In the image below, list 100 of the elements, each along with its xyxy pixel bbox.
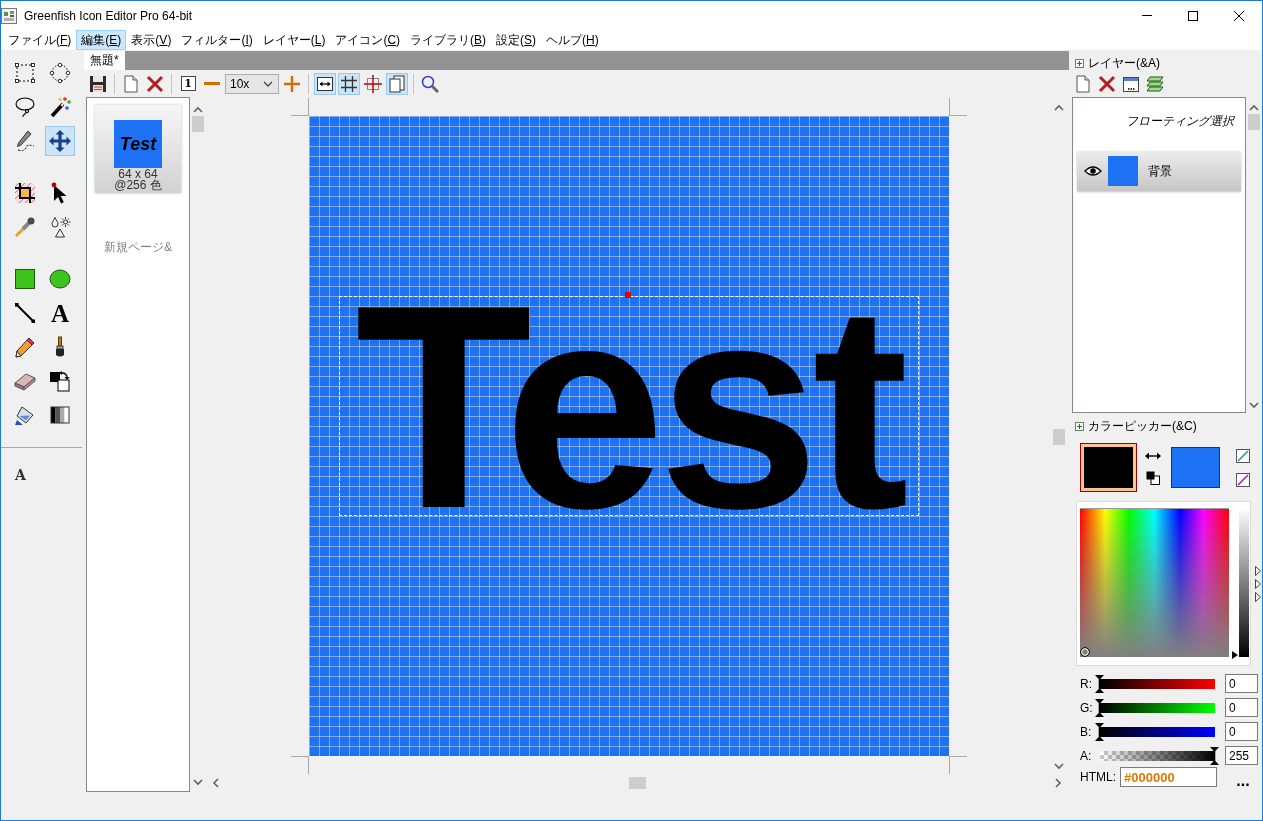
document-tab[interactable]: 無題* — [84, 51, 125, 70]
layer-thumbnail — [1108, 156, 1138, 186]
pages-icon — [388, 74, 406, 93]
crop-icon — [14, 182, 36, 204]
drop-sun-triangle-icon — [49, 216, 71, 238]
plus-icon — [283, 74, 301, 93]
pixel-art-text: Test — [355, 297, 902, 515]
channel-label: A: — [1080, 748, 1093, 763]
triangle-marker-icon — [1255, 566, 1261, 576]
expand-icon — [1075, 421, 1084, 431]
layer-name: 背景 — [1148, 162, 1172, 180]
channel-label: R: — [1080, 676, 1093, 691]
scrollbar-thumb[interactable] — [192, 116, 204, 132]
font-option-glyph[interactable]: A — [15, 467, 26, 483]
crosshair-icon — [364, 74, 382, 93]
zoom-dropdown[interactable]: 10x — [225, 73, 279, 94]
scroll-down-icon — [1054, 762, 1064, 770]
menu-item[interactable]: ライブラリ(B) — [405, 30, 492, 50]
page-thumbnail-card[interactable]: Test 64 x 64 @256 色 — [95, 105, 181, 193]
slashed-square-icon — [1236, 448, 1250, 463]
color-depth-text: @256 色 — [114, 180, 162, 191]
more-button[interactable]: ... — [1231, 768, 1255, 786]
minimize-icon — [1142, 15, 1152, 16]
primary-color-swatch[interactable] — [1080, 443, 1137, 492]
page-icon — [1074, 75, 1092, 93]
ellipse-select-icon — [49, 62, 71, 84]
merge-layers-button[interactable] — [1144, 73, 1166, 95]
expand-icon — [1075, 58, 1084, 68]
lightness-bar[interactable] — [1239, 508, 1249, 657]
channel-value-field[interactable]: 0 — [1225, 698, 1258, 717]
x-icon — [146, 74, 164, 93]
scrollbar-thumb[interactable] — [1053, 429, 1065, 445]
menu-item[interactable]: レイヤー(L) — [257, 30, 331, 50]
channel-label: G: — [1080, 700, 1094, 715]
channel-value-field[interactable]: 0 — [1225, 722, 1258, 741]
scroll-right-icon — [1054, 778, 1062, 788]
spectrum-cursor-icon — [1080, 647, 1090, 657]
triangle-marker-icon — [1255, 579, 1261, 589]
secondary-color-swatch[interactable] — [1171, 447, 1220, 488]
swap-squares-icon — [49, 370, 71, 392]
filled-square-icon — [14, 268, 36, 290]
menu-item[interactable]: 表示(V) — [126, 30, 177, 50]
delete-layer-button[interactable] — [1096, 73, 1118, 95]
new-page-link[interactable]: 新規ページ& — [104, 239, 172, 256]
default-colors-icon — [1146, 470, 1160, 485]
triangle-marker-icon — [1255, 592, 1261, 602]
pencil-lasso-icon — [14, 130, 36, 152]
pixel-canvas[interactable]: Test — [308, 116, 949, 756]
pencil-icon — [14, 336, 36, 358]
scrollbar-thumb[interactable] — [1248, 114, 1260, 130]
menu-item[interactable]: アイコン(C) — [330, 30, 406, 50]
gradient-icon — [49, 404, 71, 426]
menu-item[interactable]: 編集(E) — [76, 30, 127, 50]
color-spectrum[interactable] — [1080, 508, 1229, 657]
scroll-up-icon — [193, 106, 203, 114]
fit-toggle[interactable] — [314, 72, 336, 95]
tool-button[interactable] — [45, 126, 75, 156]
paint-bucket-icon — [14, 404, 36, 426]
lasso-icon — [14, 96, 36, 118]
x-icon — [1098, 75, 1116, 93]
swap-arrows-icon — [1145, 450, 1161, 461]
menu-item[interactable]: 設定(S) — [491, 30, 542, 50]
layers-icon — [1146, 75, 1164, 93]
scroll-up-icon — [1054, 104, 1064, 112]
channel-label: B: — [1080, 724, 1093, 739]
selection-handle[interactable] — [624, 292, 631, 298]
tool-button[interactable]: A — [45, 298, 75, 328]
channel-value-field[interactable]: 0 — [1225, 674, 1258, 693]
layer-row[interactable]: 背景 — [1077, 151, 1241, 191]
channel-value-field[interactable]: 255 — [1225, 746, 1258, 765]
slider-thumb[interactable] — [1095, 722, 1104, 741]
rectangle-select-icon — [14, 62, 36, 84]
slider-thumb[interactable] — [1095, 698, 1104, 717]
menu-item[interactable]: ヘルプ(H) — [541, 30, 604, 50]
layer-row[interactable]: フローティング選択 — [1077, 101, 1241, 141]
scroll-up-icon — [1249, 104, 1259, 112]
slashed-square-icon — [1236, 472, 1250, 487]
pages-toggle[interactable] — [386, 72, 408, 95]
chevron-down-icon — [263, 80, 273, 87]
grid-toggle[interactable] — [338, 72, 360, 95]
filled-circle-icon — [49, 268, 71, 290]
scroll-down-icon — [1249, 401, 1259, 409]
html-label: HTML: — [1080, 770, 1117, 784]
scroll-down-icon — [193, 778, 203, 786]
grid-icon — [340, 74, 358, 93]
slider-thumb[interactable] — [1210, 746, 1219, 765]
actual-size-button[interactable]: 1 — [177, 72, 199, 95]
menu-item[interactable]: フィルター(I) — [176, 30, 258, 50]
horizontal-arrows-icon — [316, 74, 334, 93]
menu-item[interactable]: ファイル(F) — [3, 30, 77, 50]
line-icon — [14, 302, 36, 324]
crosshair-toggle[interactable] — [362, 72, 384, 95]
slider-thumb[interactable] — [1095, 674, 1104, 693]
color-picker-section-header[interactable]: カラーピッカー(&C) — [1088, 417, 1197, 435]
layers-section-header[interactable]: レイヤー(&A) — [1088, 54, 1160, 72]
page-icon — [122, 74, 140, 93]
window-title: Greenfish Icon Editor Pro 64-bit — [24, 8, 193, 23]
scrollbar-thumb[interactable] — [628, 777, 646, 789]
preview-text: Test — [119, 133, 157, 155]
move-arrows-icon — [49, 130, 71, 152]
